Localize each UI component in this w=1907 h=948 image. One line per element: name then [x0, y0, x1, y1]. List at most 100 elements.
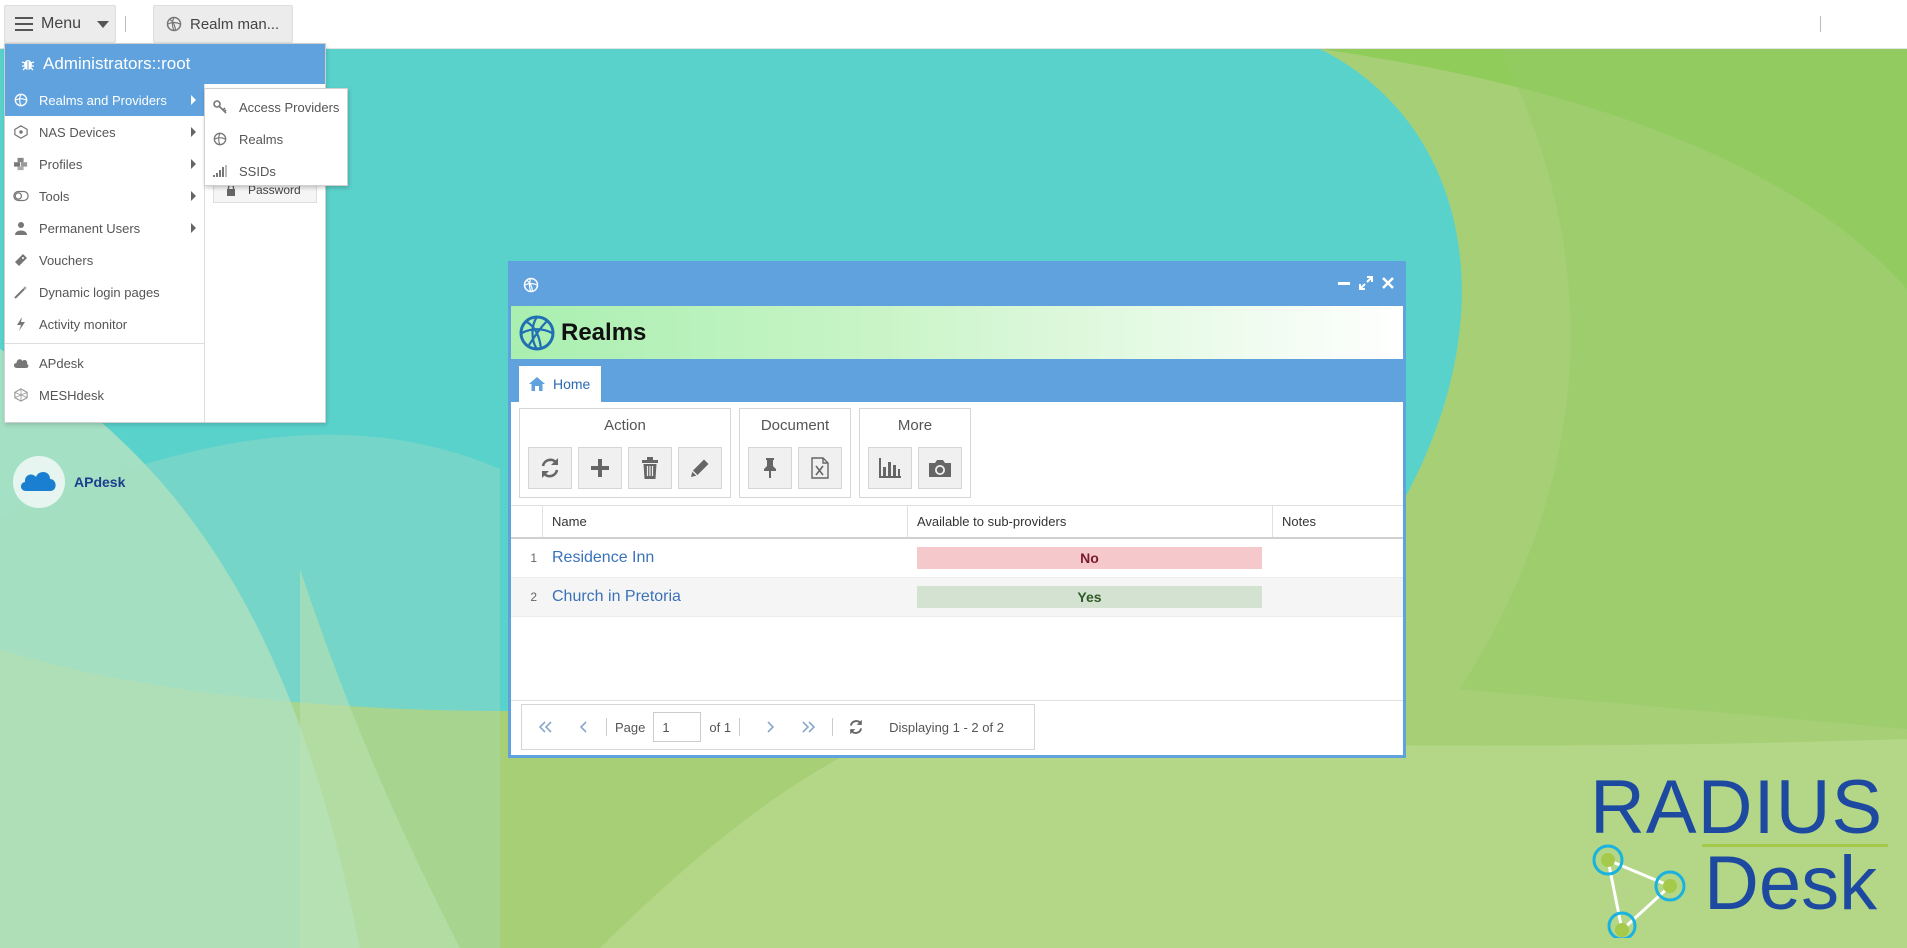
- pager-divider: [606, 718, 607, 736]
- realms-grid: Name Available to sub-providers Notes 1 …: [511, 505, 1403, 617]
- pager-divider: [832, 718, 834, 736]
- first-page-button[interactable]: [530, 712, 560, 742]
- network-nodes-icon: [1592, 844, 1686, 938]
- next-page-button[interactable]: [756, 712, 786, 742]
- top-bar: Menu Realm man...: [0, 0, 1907, 49]
- bug-icon: [21, 60, 35, 71]
- availability-badge: Yes: [917, 586, 1262, 608]
- menu-item-profiles[interactable]: Profiles: [5, 148, 204, 180]
- more-group-title: More: [897, 417, 933, 434]
- row-number: 2: [530, 590, 537, 604]
- refresh-icon: [541, 458, 559, 478]
- toolbar-divider: [1820, 16, 1821, 32]
- realm-name[interactable]: Church in Pretoria: [543, 578, 908, 616]
- cloud-icon: [13, 355, 29, 371]
- menu-item-apdesk[interactable]: APdesk: [5, 347, 204, 379]
- menu-header-title: Administrators::root: [43, 54, 191, 73]
- realm-name[interactable]: Residence Inn: [543, 539, 908, 577]
- tab-home[interactable]: Home: [519, 366, 601, 402]
- menu-item-label: Profiles: [39, 156, 83, 172]
- export-csv-button[interactable]: [798, 447, 842, 489]
- notes-cell: [1273, 539, 1403, 577]
- pin-button[interactable]: [748, 447, 792, 489]
- taskbar-realm-button[interactable]: Realm man...: [153, 5, 293, 43]
- delete-button[interactable]: [628, 447, 672, 489]
- toggle-icon: [13, 188, 29, 204]
- table-row[interactable]: 2 Church in Pretoria Yes: [511, 578, 1403, 617]
- window-tabbar: Home: [511, 359, 1403, 402]
- key-icon: [213, 100, 227, 114]
- availability-cell: No: [908, 539, 1273, 577]
- menu-item-dynamic-login-pages[interactable]: Dynamic login pages: [5, 276, 204, 308]
- hamburger-icon: [15, 17, 33, 31]
- menu-item-label: APdesk: [39, 355, 84, 371]
- add-button[interactable]: [578, 447, 622, 489]
- column-header-name[interactable]: Name: [543, 506, 908, 537]
- menu-list: Realms and Providers NAS Devices Profile…: [5, 84, 205, 422]
- pager-refresh-button[interactable]: [841, 712, 871, 742]
- submenu-item-realms[interactable]: Realms: [205, 123, 347, 155]
- menu-item-label: MESHdesk: [39, 387, 105, 403]
- prev-page-button[interactable]: [568, 712, 598, 742]
- logo-button[interactable]: [918, 447, 962, 489]
- menu-item-permanent-users[interactable]: Permanent Users: [5, 212, 204, 244]
- menu-item-tools[interactable]: Tools: [5, 180, 204, 212]
- menu-item-nas-devices[interactable]: NAS Devices: [5, 116, 204, 148]
- refresh-icon: [850, 719, 863, 735]
- chevron-right-icon: [191, 223, 196, 233]
- pager-divider: [739, 718, 741, 736]
- mesh-icon: [13, 387, 29, 403]
- camera-icon: [929, 460, 951, 477]
- graph-button[interactable]: [868, 447, 912, 489]
- menu-header: Administrators::root: [5, 44, 325, 84]
- menu-item-label: Vouchers: [39, 252, 94, 268]
- action-group-title: Action: [604, 417, 646, 434]
- menu-item-vouchers[interactable]: Vouchers: [5, 244, 204, 276]
- menu-divider: [5, 343, 204, 344]
- menu-item-realms-and-providers[interactable]: Realms and Providers: [5, 84, 204, 116]
- submenu-realms-and-providers: Access Providers Realms SSIDs: [204, 88, 348, 186]
- document-group-title: Document: [760, 417, 830, 434]
- submenu-item-label: Access Providers: [239, 99, 340, 115]
- menu-button-label: Menu: [41, 15, 82, 32]
- chevron-right-icon: [767, 721, 775, 733]
- wand-icon: [13, 284, 29, 300]
- menu-item-activity-monitor[interactable]: Activity monitor: [5, 308, 204, 340]
- desktop-shortcut-label: APdesk: [74, 474, 126, 490]
- menu-button[interactable]: Menu: [4, 5, 116, 43]
- window-titlebar[interactable]: [511, 264, 1403, 306]
- close-icon[interactable]: [1381, 276, 1395, 290]
- column-header-available[interactable]: Available to sub-providers: [908, 506, 1273, 537]
- double-chevron-right-icon: [802, 721, 816, 733]
- availability-badge: No: [917, 547, 1262, 569]
- menu-item-label: Tools: [39, 188, 70, 204]
- excel-file-icon: [811, 457, 829, 479]
- window-banner: Realms: [511, 306, 1403, 359]
- realm-icon: [213, 132, 227, 146]
- logo-text-radius: RADIUS: [1590, 765, 1884, 850]
- edit-button[interactable]: [678, 447, 722, 489]
- table-row[interactable]: 1 Residence Inn No: [511, 539, 1403, 578]
- page-count-label: of 1: [709, 719, 732, 735]
- page-label: Page: [615, 719, 646, 735]
- menu-item-meshdesk[interactable]: MESHdesk: [5, 379, 204, 411]
- minimize-icon[interactable]: [1337, 276, 1351, 290]
- submenu-item-ssids[interactable]: SSIDs: [205, 155, 347, 187]
- submenu-item-access-providers[interactable]: Access Providers: [205, 91, 347, 123]
- menu-item-label: Activity monitor: [39, 316, 128, 332]
- column-header-notes[interactable]: Notes: [1273, 506, 1403, 537]
- desktop-shortcut-apdesk[interactable]: APdesk: [12, 455, 125, 509]
- reload-button[interactable]: [528, 447, 572, 489]
- realm-icon: [166, 16, 182, 32]
- realm-icon: [523, 277, 539, 293]
- row-number-header: [511, 506, 543, 537]
- toolbar-divider: [125, 16, 126, 32]
- window-title: Realms: [561, 318, 647, 346]
- maximize-icon[interactable]: [1359, 276, 1373, 290]
- pagination-toolbar: Page of 1 Displaying 1 - 2 of 2: [521, 704, 1035, 750]
- tab-home-label: Home: [553, 376, 591, 392]
- page-number-input[interactable]: [653, 712, 702, 742]
- trash-icon: [642, 457, 658, 479]
- chevron-right-icon: [191, 95, 196, 105]
- last-page-button[interactable]: [794, 712, 824, 742]
